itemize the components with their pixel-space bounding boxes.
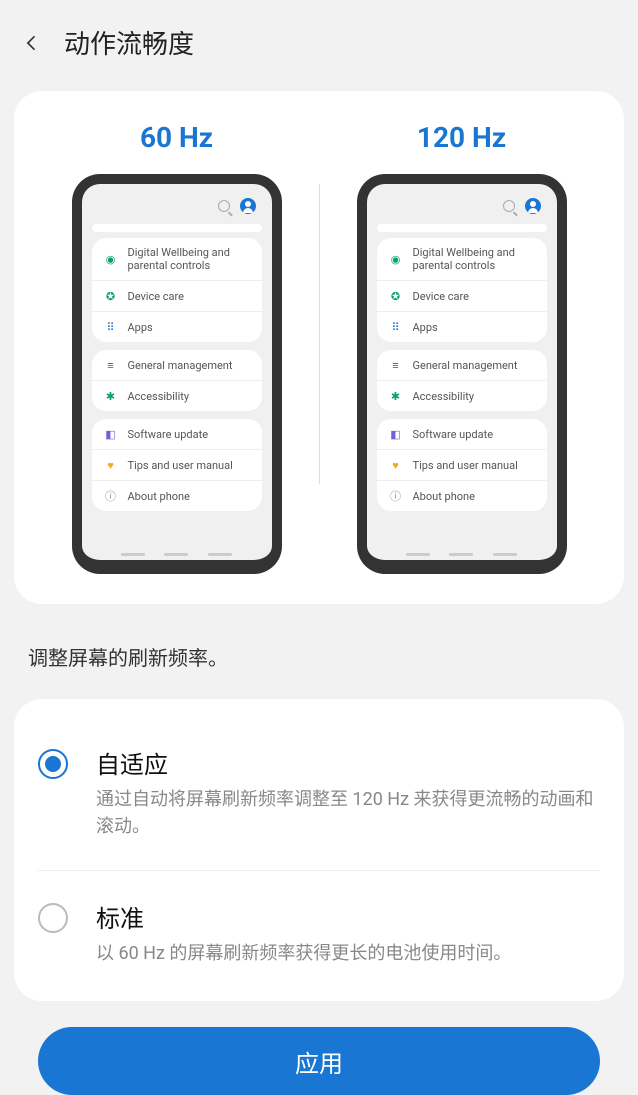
- avatar-icon: [525, 198, 541, 214]
- option-title: 自适应: [96, 745, 600, 780]
- search-icon: [503, 200, 515, 212]
- update-icon: ◧: [104, 427, 118, 441]
- general-icon: ≡: [389, 358, 403, 372]
- search-icon: [218, 200, 230, 212]
- nav-bar: [82, 553, 272, 556]
- apply-button[interactable]: 应用: [38, 1027, 600, 1095]
- nav-bar: [367, 553, 557, 556]
- apps-icon: ⠿: [104, 320, 118, 334]
- option-title: 标准: [96, 899, 600, 934]
- wellbeing-icon: ◉: [104, 252, 118, 266]
- item-label: Software update: [413, 428, 494, 441]
- radio-standard[interactable]: [38, 903, 68, 933]
- accessibility-icon: ✱: [389, 389, 403, 403]
- item-label: Tips and user manual: [413, 459, 518, 472]
- preview-phone-60hz: ◉ Digital Wellbeing and parental controls…: [72, 174, 282, 574]
- item-label: Software update: [128, 428, 209, 441]
- refresh-rate-preview: 60 Hz 120 Hz ◉ Digital Wellbeing and pare…: [14, 91, 624, 604]
- options-card: 自适应 通过自动将屏幕刷新频率调整至 120 Hz 来获得更流畅的动画和滚动。 …: [14, 699, 624, 1001]
- update-icon: ◧: [389, 427, 403, 441]
- radio-adaptive[interactable]: [38, 749, 68, 779]
- description-text: 调整屏幕的刷新频率。: [0, 614, 638, 689]
- about-icon: ⓘ: [104, 489, 118, 503]
- item-label: Device care: [128, 290, 185, 303]
- option-adaptive[interactable]: 自适应 通过自动将屏幕刷新频率调整至 120 Hz 来获得更流畅的动画和滚动。: [38, 729, 600, 864]
- about-icon: ⓘ: [389, 489, 403, 503]
- device-care-icon: ✪: [104, 289, 118, 303]
- item-label: About phone: [128, 490, 190, 503]
- tips-icon: ♥: [104, 458, 118, 472]
- item-label: Apps: [128, 321, 153, 334]
- item-label: Digital Wellbeing and parental controls: [413, 246, 535, 272]
- avatar-icon: [240, 198, 256, 214]
- item-label: Device care: [413, 290, 470, 303]
- tips-icon: ♥: [389, 458, 403, 472]
- wellbeing-icon: ◉: [389, 252, 403, 266]
- device-care-icon: ✪: [389, 289, 403, 303]
- item-label: About phone: [413, 490, 475, 503]
- option-desc: 以 60 Hz 的屏幕刷新频率获得更长的电池使用时间。: [96, 940, 600, 967]
- item-label: Accessibility: [128, 390, 190, 403]
- hz-label-60: 60 Hz: [34, 121, 319, 154]
- preview-phone-120hz: ◉ Digital Wellbeing and parental controls…: [357, 174, 567, 574]
- general-icon: ≡: [104, 358, 118, 372]
- hz-label-120: 120 Hz: [319, 121, 604, 154]
- back-icon[interactable]: [20, 31, 44, 55]
- apps-icon: ⠿: [389, 320, 403, 334]
- item-label: General management: [413, 359, 518, 372]
- header: 动作流畅度: [0, 0, 638, 81]
- item-label: General management: [128, 359, 233, 372]
- item-label: Apps: [413, 321, 438, 334]
- page-title: 动作流畅度: [64, 24, 194, 61]
- item-label: Tips and user manual: [128, 459, 233, 472]
- item-label: Accessibility: [413, 390, 475, 403]
- divider: [319, 184, 320, 484]
- option-standard[interactable]: 标准 以 60 Hz 的屏幕刷新频率获得更长的电池使用时间。: [38, 870, 600, 991]
- accessibility-icon: ✱: [104, 389, 118, 403]
- option-desc: 通过自动将屏幕刷新频率调整至 120 Hz 来获得更流畅的动画和滚动。: [96, 786, 600, 840]
- item-label: Digital Wellbeing and parental controls: [128, 246, 250, 272]
